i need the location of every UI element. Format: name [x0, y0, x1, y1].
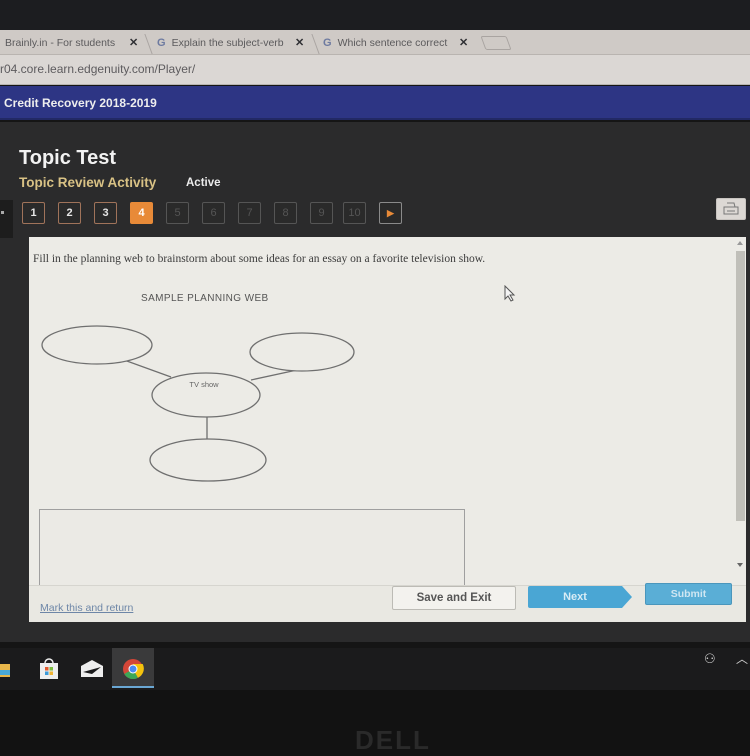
tab-label: Explain the subject-verb: [171, 37, 284, 49]
planning-web-title: SAMPLE PLANNING WEB: [141, 293, 269, 304]
question-4-button[interactable]: 4: [130, 202, 153, 224]
question-2-button[interactable]: 2: [58, 202, 81, 224]
people-icon[interactable]: ⚇: [704, 651, 716, 667]
file-explorer-icon[interactable]: [0, 656, 20, 682]
center-node-label: TV show: [189, 380, 219, 389]
question-10-button: 10: [343, 202, 366, 224]
idea-node-top-left: [41, 325, 153, 365]
scroll-thumb[interactable]: [736, 251, 745, 521]
store-icon[interactable]: [36, 656, 62, 682]
tab-label: Which sentence correct: [337, 37, 448, 49]
save-and-exit-button[interactable]: Save and Exit: [392, 586, 516, 610]
question-prompt: Fill in the planning web to brainstorm a…: [33, 253, 486, 265]
monitor-bezel-top: [0, 0, 750, 30]
monitor-brand-logo: DELL: [355, 725, 431, 755]
monitor-bezel-bottom: DELL: [0, 690, 750, 755]
mark-and-return-link[interactable]: Mark this and return: [40, 602, 133, 614]
screen: Brainly.in - For students ✕ G Explain the…: [0, 0, 750, 755]
browser-tab-explain[interactable]: G Explain the subject-verb ✕: [157, 32, 304, 55]
print-button[interactable]: [716, 198, 746, 220]
tab-close-icon[interactable]: ✕: [129, 32, 138, 54]
windows-taskbar: ⚇ ︿: [0, 648, 750, 690]
question-5-button: 5: [166, 202, 189, 224]
question-6-button: 6: [202, 202, 225, 224]
question-9-button: 9: [310, 202, 333, 224]
idea-node-bottom: [149, 438, 267, 482]
question-8-button: 8: [274, 202, 297, 224]
question-7-button: 7: [238, 202, 261, 224]
question-panel: Fill in the planning web to brainstorm a…: [29, 237, 746, 622]
connector-line: [250, 369, 298, 381]
show-hidden-icons-caret-icon[interactable]: ︿: [736, 650, 748, 667]
status-label: Active: [186, 177, 221, 189]
google-icon: G: [323, 37, 332, 49]
sidebar-toggle-handle[interactable]: [0, 200, 13, 238]
app-header: Credit Recovery 2018-2019: [0, 86, 750, 120]
tab-close-icon[interactable]: ✕: [459, 32, 468, 54]
activity-subtitle: Topic Review Activity: [19, 175, 157, 190]
page-title: Topic Test: [19, 147, 117, 169]
tab-label: Brainly.in - For students: [5, 37, 116, 49]
submit-button[interactable]: Submit: [645, 583, 732, 605]
next-button[interactable]: Next: [528, 586, 632, 608]
idea-node-top-right: [249, 332, 355, 372]
next-question-arrow-icon[interactable]: ▶: [379, 202, 402, 224]
new-tab-button[interactable]: [480, 36, 512, 50]
connector-line: [123, 359, 172, 378]
activity-area: Topic Test Topic Review Activity Active …: [0, 122, 750, 642]
mail-icon[interactable]: [79, 656, 105, 682]
question-3-button[interactable]: 3: [94, 202, 117, 224]
mouse-cursor-icon: [504, 285, 516, 302]
chrome-icon[interactable]: [120, 656, 146, 682]
activity-footer: Mark this and return Save and Exit Next …: [29, 583, 746, 622]
address-bar[interactable]: r04.core.learn.edgenuity.com/Player/: [0, 55, 750, 85]
browser-tab-which-sentence[interactable]: G Which sentence correct ✕: [323, 32, 468, 55]
course-title: Credit Recovery 2018-2019: [4, 96, 157, 110]
tab-close-icon[interactable]: ✕: [295, 32, 304, 54]
printer-icon: [723, 202, 739, 215]
question-1-button[interactable]: 1: [22, 202, 45, 224]
tab-separator: [144, 34, 153, 54]
scroll-up-arrow-icon[interactable]: [737, 241, 743, 245]
browser-tab-bar: Brainly.in - For students ✕ G Explain the…: [0, 30, 750, 55]
planning-web-diagram: TV show: [41, 325, 355, 482]
content-scrollbar[interactable]: [734, 237, 746, 577]
url-text[interactable]: r04.core.learn.edgenuity.com/Player/: [0, 62, 195, 76]
scroll-down-arrow-icon[interactable]: [737, 563, 743, 567]
google-icon: G: [157, 37, 166, 49]
browser-tab-brainly[interactable]: Brainly.in - For students ✕: [5, 32, 138, 55]
tab-separator: [311, 34, 320, 54]
